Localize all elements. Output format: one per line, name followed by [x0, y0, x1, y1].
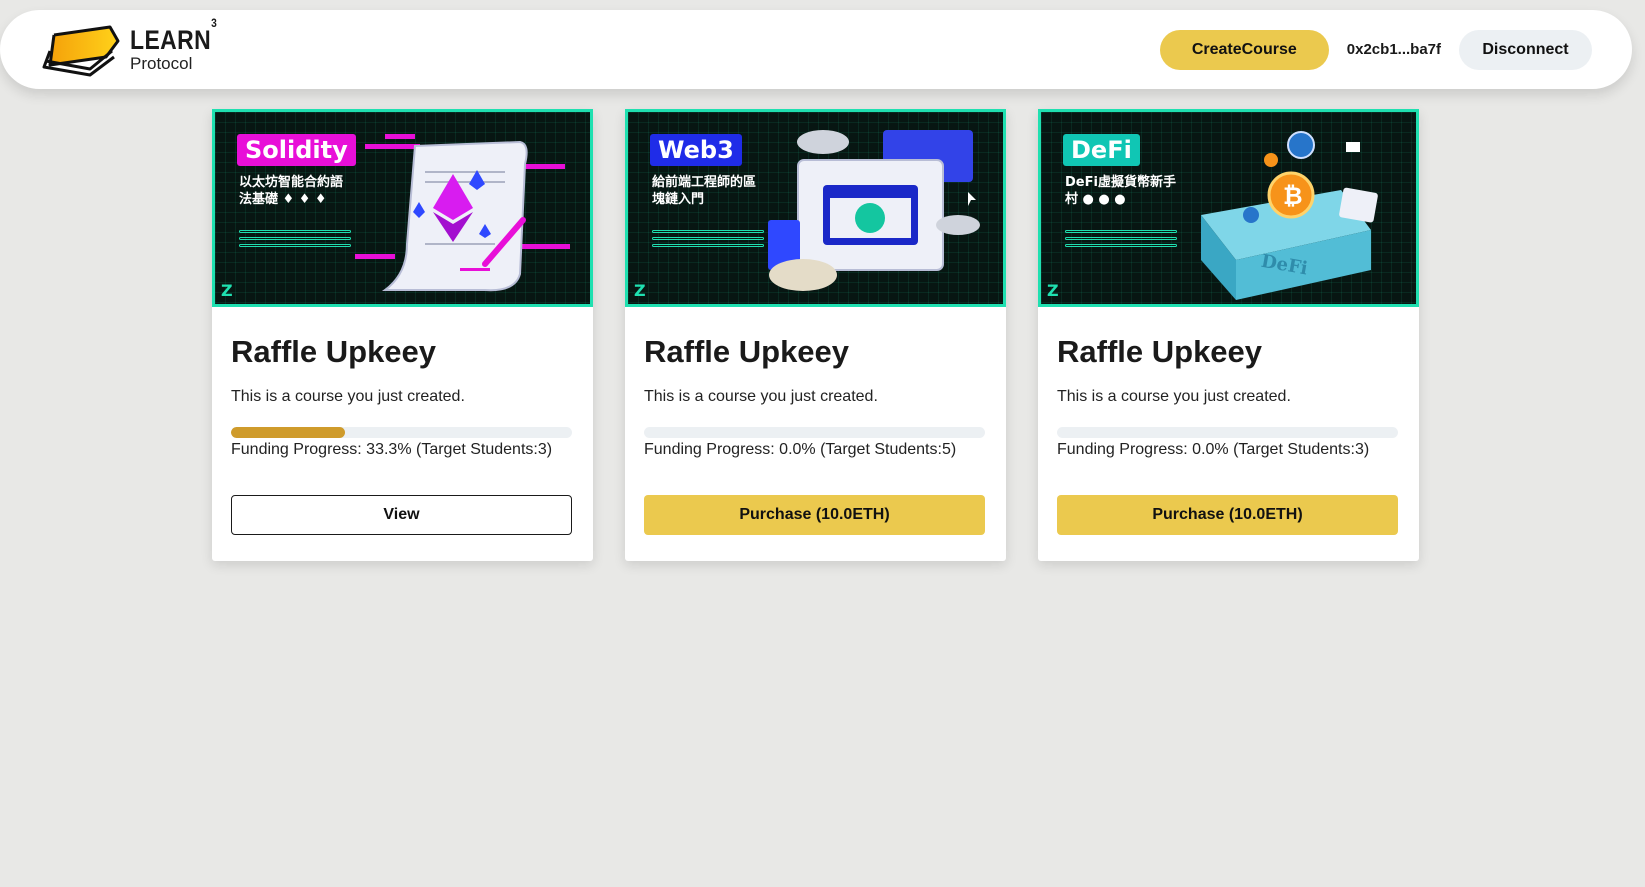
book-logo-icon — [42, 25, 120, 76]
course-description: This is a course you just created. — [1057, 388, 1291, 405]
purchase-button[interactable]: Purchase (10.0ETH) — [644, 495, 985, 535]
course-title: Raffle Upkeey — [1057, 334, 1263, 369]
funding-progress-text: Funding Progress: 0.0% (Target Students:… — [644, 441, 957, 458]
brand-logo[interactable]: LEARN3 Protocol — [40, 16, 233, 77]
thumbnail-caption: DeFi虛擬貨幣新手村 ● ● ● — [1065, 175, 1176, 207]
top-navbar: LEARN3 Protocol CreateCourse 0x2cb1...ba… — [0, 10, 1632, 89]
svg-text:₿: ₿ — [1283, 182, 1303, 210]
wallet-address: 0x2cb1...ba7f — [1346, 41, 1441, 58]
disconnect-button[interactable]: Disconnect — [1459, 29, 1592, 70]
publisher-logo: Z — [1047, 281, 1059, 300]
scroll-ethereum-icon — [355, 134, 570, 292]
course-title: Raffle Upkeey — [644, 334, 850, 369]
view-course-button[interactable]: View — [231, 495, 572, 535]
funding-progress-bar — [1057, 427, 1398, 438]
brand-title: LEARN3 — [130, 16, 218, 55]
create-course-button[interactable]: CreateCourse — [1159, 29, 1329, 70]
thumbnail-caption: 以太坊智能合約語法基礎 ♦ ♦ ♦ — [239, 175, 344, 207]
funding-progress-text: Funding Progress: 33.3% (Target Students… — [231, 441, 553, 458]
course-thumbnail[interactable]: DeFi DeFi虛擬貨幣新手村 ● ● ● ₿ DeFi Z — [1038, 109, 1419, 307]
purchase-button[interactable]: Purchase (10.0ETH) — [1057, 495, 1398, 535]
funding-progress-bar — [231, 427, 572, 438]
thumbnail-tag: Web3 — [650, 134, 742, 166]
publisher-logo: Z — [221, 281, 233, 300]
course-description: This is a course you just created. — [644, 388, 878, 405]
publisher-logo: Z — [634, 281, 646, 300]
course-title: Raffle Upkeey — [231, 334, 437, 369]
funding-progress-fill — [231, 427, 345, 438]
defi-box-coins-icon: ₿ DeFi — [1201, 131, 1378, 300]
browser-window-icon — [768, 130, 980, 291]
course-card: Web3 給前端工程師的區塊鏈入門 Z Raffle Upkeey This i… — [625, 109, 1006, 561]
brand-subtitle: Protocol — [130, 54, 193, 73]
funding-progress-bar — [644, 427, 985, 438]
course-card: DeFi DeFi虛擬貨幣新手村 ● ● ● ₿ DeFi Z Raffle U… — [1038, 109, 1419, 561]
thumbnail-tag: Solidity — [237, 134, 356, 166]
thumbnail-tag: DeFi — [1063, 134, 1140, 166]
course-thumbnail[interactable]: Web3 給前端工程師的區塊鏈入門 Z — [625, 109, 1006, 307]
thumbnail-caption: 給前端工程師的區塊鏈入門 — [652, 175, 757, 207]
course-description: This is a course you just created. — [231, 388, 465, 405]
course-card: Solidity 以太坊智能合約語法基礎 ♦ ♦ ♦ Z Raffle Upke… — [212, 109, 593, 561]
course-thumbnail[interactable]: Solidity 以太坊智能合約語法基礎 ♦ ♦ ♦ Z — [212, 109, 593, 307]
funding-progress-text: Funding Progress: 0.0% (Target Students:… — [1057, 441, 1370, 458]
